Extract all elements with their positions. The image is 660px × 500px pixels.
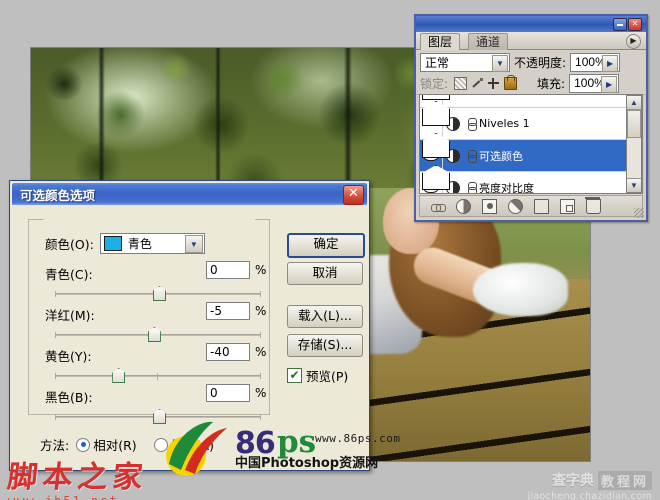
fill-input[interactable]: 100% ▶ — [569, 73, 620, 93]
lock-transparency-icon[interactable] — [454, 76, 468, 90]
slider-black-track[interactable] — [55, 409, 261, 424]
slider-magenta-label: 洋红(M): — [45, 308, 95, 323]
table-row[interactable]: 可选颜色 — [420, 133, 642, 172]
table-row[interactable] — [420, 95, 642, 108]
radio-absolute-control[interactable] — [153, 437, 168, 452]
photo-white-cloth — [472, 262, 568, 317]
slider-cyan-label: 青色(C): — [45, 267, 93, 282]
color-value: 青色 — [127, 237, 152, 251]
radio-relative[interactable]: 相对(R) — [76, 435, 137, 454]
slider-cyan-input[interactable]: 0 — [206, 261, 250, 279]
color-select-row: 颜色(O): 青色 ▼ — [45, 233, 205, 254]
link-layers-icon[interactable] — [431, 200, 446, 213]
method-label: 方法: — [40, 438, 70, 453]
radio-relative-control[interactable] — [76, 437, 91, 452]
slider-yellow-track[interactable] — [55, 368, 261, 383]
table-row[interactable]: 亮度对比度 — [420, 165, 642, 194]
watermark-chazidian-url: jiaocheng.chazidian.com — [527, 491, 652, 500]
lock-label: 锁定: — [420, 76, 449, 91]
blend-mode-row: 正常 ▼ 不透明度: 100% ▶ — [416, 50, 646, 72]
radio-relative-label: 相对(R) — [93, 438, 137, 453]
chevron-down-icon[interactable]: ▼ — [627, 178, 641, 192]
lock-all-icon[interactable] — [504, 74, 518, 90]
link-icon[interactable] — [463, 118, 479, 131]
new-layer-icon[interactable] — [560, 198, 575, 214]
radio-absolute-label: 绝对(A) — [170, 438, 214, 453]
layers-panel-tabs[interactable]: 图层 通道 ▶ — [416, 32, 646, 50]
fill-flyout-icon[interactable]: ▶ — [601, 75, 618, 93]
blend-mode-value: 正常 — [425, 55, 450, 70]
layers-panel[interactable]: ✕ 图层 通道 ▶ 正常 ▼ 不透明度: 100% ▶ 锁定: 填充: 100%… — [414, 14, 648, 222]
adjustment-layer-icon[interactable] — [508, 198, 523, 214]
load-button[interactable]: 载入(L)... — [287, 305, 363, 328]
link-icon[interactable] — [463, 150, 479, 163]
lock-icon-group — [454, 74, 518, 90]
lock-paint-icon[interactable] — [472, 77, 484, 89]
layer-name[interactable]: Niveles 1 — [479, 117, 530, 130]
layer-name[interactable]: 亮度对比度 — [479, 180, 534, 194]
slider-yellow-percent: % — [255, 345, 267, 359]
slider-magenta-track[interactable] — [55, 327, 261, 342]
watermark-jb51-url: www.jb51.net — [8, 494, 198, 500]
panel-menu-icon[interactable]: ▶ — [626, 34, 641, 49]
slider-magenta-percent: % — [255, 304, 267, 318]
dialog-body: 颜色(O): 青色 ▼ 青色(C): 0 % 洋红(M): -5 % 黄色(Y)… — [10, 207, 369, 470]
slider-magenta-input[interactable]: -5 — [206, 302, 250, 320]
preview-label: 预览(P) — [306, 369, 349, 384]
table-row[interactable]: Niveles 1 — [420, 101, 642, 140]
watermark-chazidian: 查字典 教程网 jiaocheng.chazidian.com — [492, 470, 652, 500]
layer-style-icon[interactable] — [456, 198, 471, 214]
radio-absolute[interactable]: 绝对(A) — [153, 435, 214, 454]
chevron-down-icon[interactable]: ▼ — [492, 54, 508, 72]
slider-black-label: 黑色(B): — [45, 390, 93, 405]
layers-panel-toolbar — [419, 195, 643, 217]
delete-layer-icon[interactable] — [585, 196, 601, 214]
slider-black-percent: % — [255, 386, 267, 400]
tab-layers[interactable]: 图层 — [420, 33, 461, 50]
color-swatch — [103, 236, 122, 251]
fill-label: 填充: — [537, 76, 566, 91]
watermark-chazidian-name: 查字典 — [551, 473, 594, 489]
checkmark-icon[interactable]: ✔ — [287, 368, 302, 383]
dialog-title: 可选颜色选项 — [20, 187, 96, 203]
layer-mask-icon[interactable] — [482, 198, 497, 214]
layers-scrollbar[interactable]: ▲ ▼ — [626, 95, 642, 193]
lock-row: 锁定: 填充: 100% ▶ — [416, 72, 646, 95]
close-icon[interactable]: ✕ — [343, 185, 364, 205]
color-label: 颜色(O): — [45, 237, 94, 252]
slider-yellow-input[interactable]: -40 — [206, 343, 250, 361]
opacity-flyout-icon[interactable]: ▶ — [602, 54, 619, 72]
close-icon[interactable]: ✕ — [628, 18, 642, 31]
opacity-input[interactable]: 100% ▶ — [570, 52, 621, 72]
slider-yellow-label: 黄色(Y): — [45, 349, 92, 364]
slider-cyan-track[interactable] — [55, 286, 261, 301]
resize-grip-icon[interactable] — [634, 208, 644, 218]
tab-channels[interactable]: 通道 — [468, 33, 509, 50]
color-select[interactable]: 青色 ▼ — [99, 233, 205, 254]
chevron-up-icon[interactable]: ▲ — [627, 96, 641, 110]
minimize-icon[interactable] — [613, 18, 627, 31]
dialog-titlebar[interactable]: 可选颜色选项 ✕ — [12, 183, 367, 205]
opacity-label: 不透明度: — [514, 55, 567, 70]
scrollbar-thumb[interactable] — [627, 110, 641, 138]
preview-checkbox[interactable]: ✔ 预览(P) — [287, 366, 348, 385]
layers-list[interactable]: Niveles 1 可选颜色 亮度对比度 — [419, 94, 643, 194]
app-screenshot: ✕ 图层 通道 ▶ 正常 ▼ 不透明度: 100% ▶ 锁定: 填充: 100%… — [0, 0, 660, 500]
slider-cyan-percent: % — [255, 263, 267, 277]
layer-name[interactable]: 可选颜色 — [479, 148, 523, 164]
method-row: 方法: 相对(R) 绝对(A) — [40, 435, 214, 454]
save-button[interactable]: 存储(S)... — [287, 334, 363, 357]
new-group-icon[interactable] — [534, 198, 549, 214]
lock-move-icon[interactable] — [488, 77, 500, 89]
ok-button[interactable]: 确定 — [287, 233, 365, 258]
chevron-down-icon[interactable]: ▼ — [184, 235, 203, 253]
blend-mode-select[interactable]: 正常 ▼ — [420, 52, 510, 72]
watermark-chazidian-suffix: 教程网 — [597, 470, 652, 490]
slider-black-input[interactable]: 0 — [206, 384, 250, 402]
selective-color-dialog[interactable]: 可选颜色选项 ✕ 颜色(O): 青色 ▼ 青色(C): 0 % 洋红(M): -… — [9, 180, 370, 471]
cancel-button[interactable]: 取消 — [287, 262, 363, 285]
layers-panel-titlebar[interactable]: ✕ — [416, 16, 646, 32]
layer-thumbnail[interactable] — [422, 95, 450, 100]
link-icon[interactable] — [463, 182, 479, 193]
